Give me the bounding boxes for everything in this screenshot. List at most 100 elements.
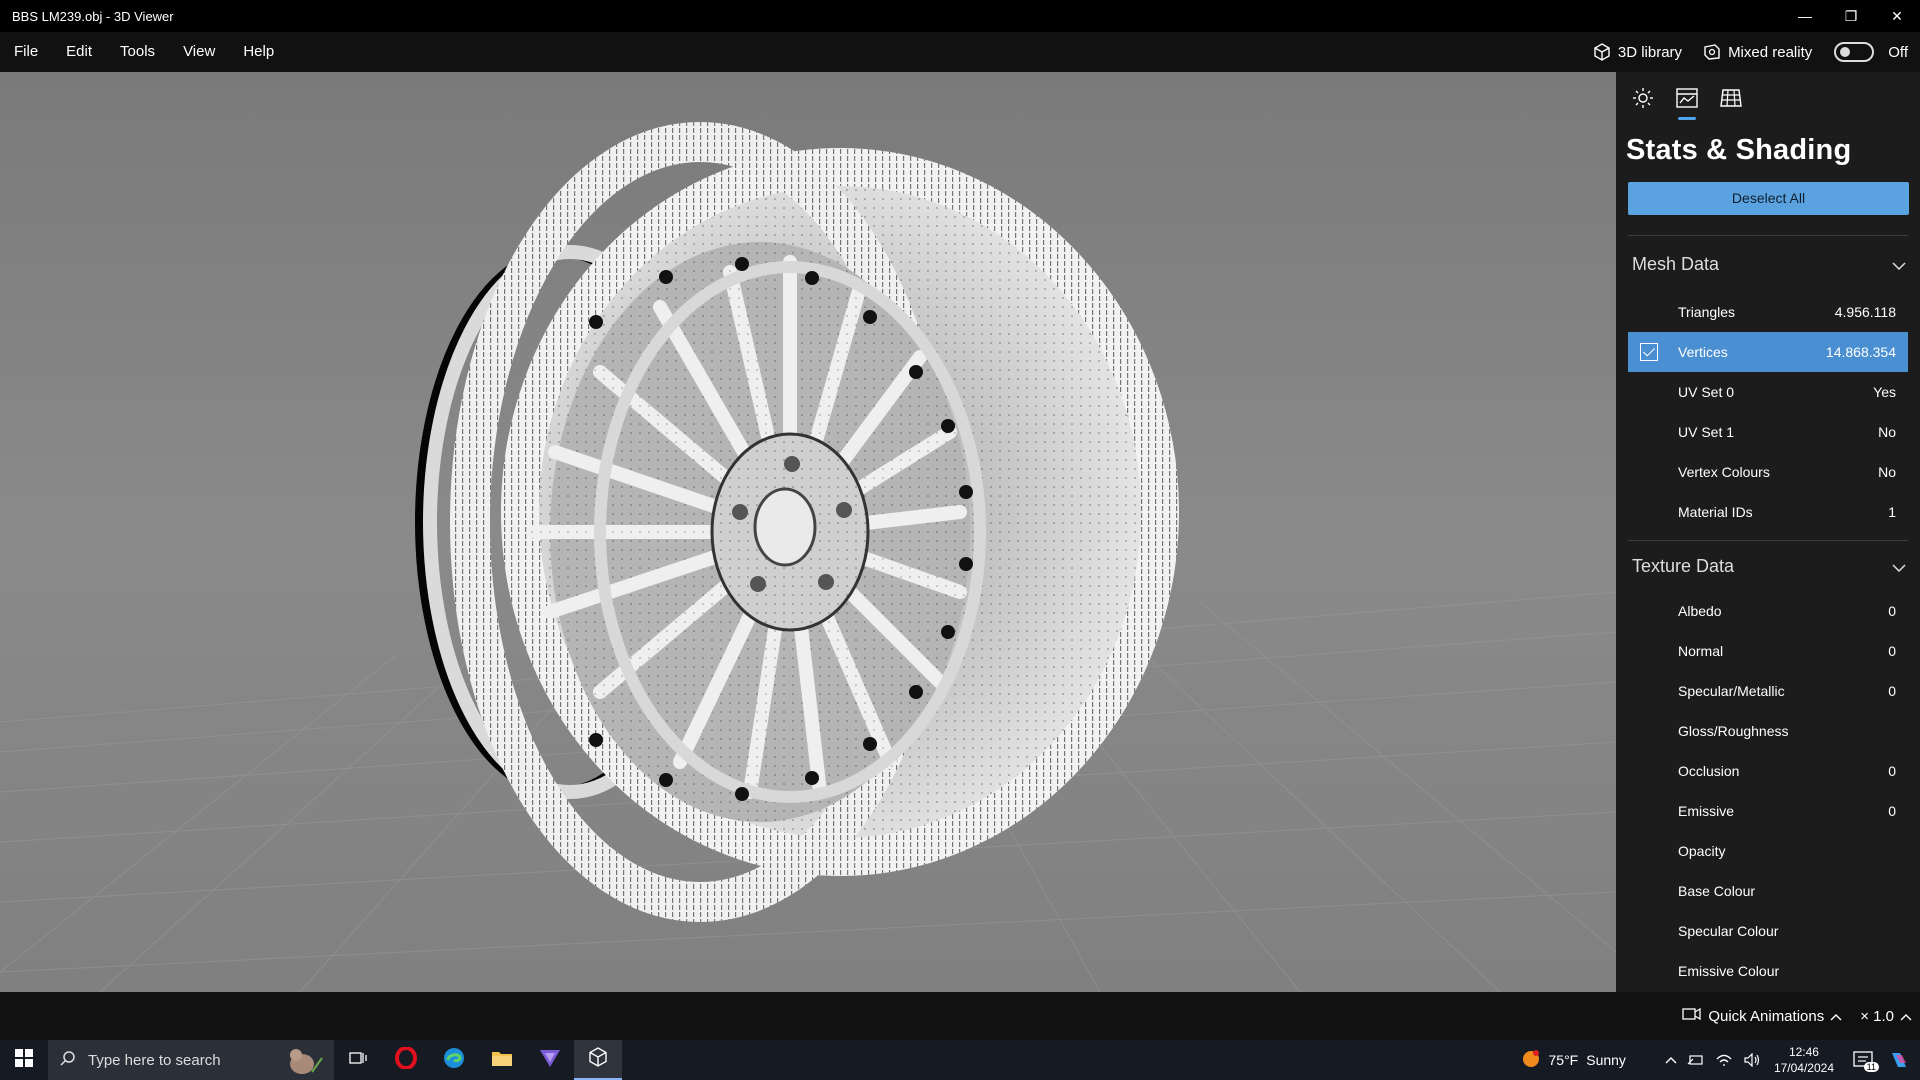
mesh-row-vertices[interactable]: Vertices 14.868.354 <box>1628 332 1908 372</box>
menu-file[interactable]: File <box>0 32 52 72</box>
start-button[interactable] <box>0 1040 48 1080</box>
row-value: 0 <box>1888 643 1896 659</box>
grid-icon <box>1720 88 1742 113</box>
row-value: Yes <box>1873 384 1896 400</box>
mesh-row-uv-set-0[interactable]: UV Set 0 Yes <box>1628 372 1908 412</box>
chevron-up-icon[interactable] <box>1665 1056 1677 1064</box>
row-value: 0 <box>1888 803 1896 819</box>
mesh-row-vertex-colours[interactable]: Vertex Colours No <box>1628 452 1908 492</box>
weather-text: Sunny <box>1586 1052 1626 1068</box>
stats-icon <box>1676 87 1698 113</box>
search-placeholder: Type here to search <box>88 1051 221 1069</box>
quick-animations-button[interactable]: Quick Animations <box>1682 1006 1842 1026</box>
vertices-checkbox[interactable] <box>1640 343 1658 361</box>
notification-icon[interactable]: 11 <box>1853 1050 1879 1072</box>
battery-icon[interactable] <box>1687 1053 1705 1067</box>
wifi-icon[interactable] <box>1715 1053 1733 1067</box>
row-label: Material IDs <box>1678 504 1753 520</box>
row-label: Vertex Colours <box>1678 464 1770 480</box>
restore-button[interactable]: ❐ <box>1828 0 1874 32</box>
task-view-button[interactable] <box>334 1040 382 1080</box>
status-bar: Quick Animations × 1.0 <box>0 992 1920 1040</box>
cube-icon <box>587 1046 609 1073</box>
mixed-reality-button[interactable]: Mixed reality Off <box>1702 42 1908 62</box>
row-label: UV Set 0 <box>1678 384 1735 400</box>
chevron-up-icon <box>1830 1008 1842 1025</box>
texture-data-title: Texture Data <box>1632 555 1735 576</box>
mixed-reality-icon <box>1702 42 1722 62</box>
row-label: Occlusion <box>1678 763 1740 779</box>
speed-button[interactable]: × 1.0 <box>1860 1008 1912 1025</box>
edge-icon <box>443 1047 465 1074</box>
menu-tools[interactable]: Tools <box>106 32 169 72</box>
clock[interactable]: 12:46 17/04/2024 <box>1774 1044 1834 1076</box>
texture-row-specular-metallic[interactable]: Specular/Metallic 0 <box>1628 671 1908 711</box>
texture-row-emissive-colour[interactable]: Emissive Colour <box>1628 951 1908 991</box>
clock-time: 12:46 <box>1788 1045 1819 1059</box>
sun-icon <box>1632 87 1654 114</box>
clock-date: 17/04/2024 <box>1773 1061 1834 1075</box>
menu-edit[interactable]: Edit <box>52 32 106 72</box>
mesh-data-title: Mesh Data <box>1632 253 1720 274</box>
edge-button[interactable] <box>430 1040 478 1080</box>
row-label: Emissive Colour <box>1678 963 1780 979</box>
chevron-up-icon <box>1900 1008 1912 1025</box>
volume-icon[interactable] <box>1743 1053 1761 1067</box>
minimize-button[interactable]: — <box>1782 0 1828 32</box>
grid-tab[interactable] <box>1716 86 1746 114</box>
taskbar: Type here to search 75°F Sunny 12:46 17/… <box>0 1040 1920 1080</box>
speed-label: × 1.0 <box>1860 1007 1894 1025</box>
menu-help[interactable]: Help <box>229 32 288 72</box>
3d-viewer-button[interactable] <box>574 1040 622 1080</box>
lighting-tab[interactable] <box>1628 86 1658 114</box>
row-label: Albedo <box>1678 603 1722 619</box>
stats-tab[interactable] <box>1672 86 1702 120</box>
wheel-model <box>0 72 1616 992</box>
row-label: Specular Colour <box>1678 923 1779 939</box>
menu-view[interactable]: View <box>169 32 229 72</box>
row-label: Opacity <box>1678 843 1726 859</box>
search-highlight-icon <box>284 1044 324 1080</box>
close-button[interactable]: ✕ <box>1874 0 1920 32</box>
mesh-row-triangles[interactable]: Triangles 4.956.118 <box>1628 292 1908 332</box>
mesh-data-header[interactable]: Mesh Data <box>1616 236 1920 292</box>
file-explorer-button[interactable] <box>478 1040 526 1080</box>
weather-temp: 75°F <box>1548 1052 1579 1068</box>
vpn-icon <box>539 1048 561 1073</box>
opera-icon <box>395 1045 417 1074</box>
texture-data-header[interactable]: Texture Data <box>1616 541 1920 591</box>
texture-row-normal[interactable]: Normal 0 <box>1628 631 1908 671</box>
chevron-down-icon <box>1892 254 1906 275</box>
texture-row-base-colour[interactable]: Base Colour <box>1628 871 1908 911</box>
stats-panel: Stats & Shading Deselect All Mesh Data T… <box>1616 72 1920 992</box>
weather-widget[interactable]: 75°F Sunny <box>1521 1049 1626 1072</box>
animation-icon <box>1682 1006 1702 1026</box>
opera-button[interactable] <box>382 1040 430 1080</box>
vpn-app-button[interactable] <box>526 1040 574 1080</box>
folder-icon <box>491 1049 513 1072</box>
row-value: No <box>1878 464 1896 480</box>
mixed-reality-toggle[interactable] <box>1834 42 1875 62</box>
texture-row-opacity[interactable]: Opacity <box>1628 831 1908 871</box>
row-value: 4.956.118 <box>1834 304 1896 320</box>
deselect-all-button[interactable]: Deselect All <box>1628 182 1909 215</box>
row-label: Triangles <box>1678 304 1736 320</box>
title-bar: BBS LM239.obj - 3D Viewer — ❐ ✕ <box>0 0 1920 32</box>
3d-viewport[interactable] <box>0 72 1616 992</box>
taskbar-search[interactable]: Type here to search <box>48 1040 334 1080</box>
row-value: No <box>1878 424 1896 440</box>
library-button[interactable]: 3D library <box>1592 42 1682 62</box>
copilot-icon[interactable] <box>1888 1049 1910 1071</box>
mesh-row-material-ids[interactable]: Material IDs 1 <box>1628 492 1908 532</box>
search-icon <box>60 1050 76 1070</box>
texture-row-emissive[interactable]: Emissive 0 <box>1628 791 1908 831</box>
task-view-icon <box>349 1050 367 1071</box>
texture-row-gloss-roughness[interactable]: Gloss/Roughness <box>1628 711 1908 751</box>
texture-row-albedo[interactable]: Albedo 0 <box>1628 591 1908 631</box>
row-value: 0 <box>1888 683 1896 699</box>
texture-row-occlusion[interactable]: Occlusion 0 <box>1628 751 1908 791</box>
window-title: BBS LM239.obj - 3D Viewer <box>12 8 174 24</box>
row-value: 0 <box>1888 603 1896 619</box>
mesh-row-uv-set-1[interactable]: UV Set 1 No <box>1628 412 1908 452</box>
texture-row-specular-colour[interactable]: Specular Colour <box>1628 911 1908 951</box>
